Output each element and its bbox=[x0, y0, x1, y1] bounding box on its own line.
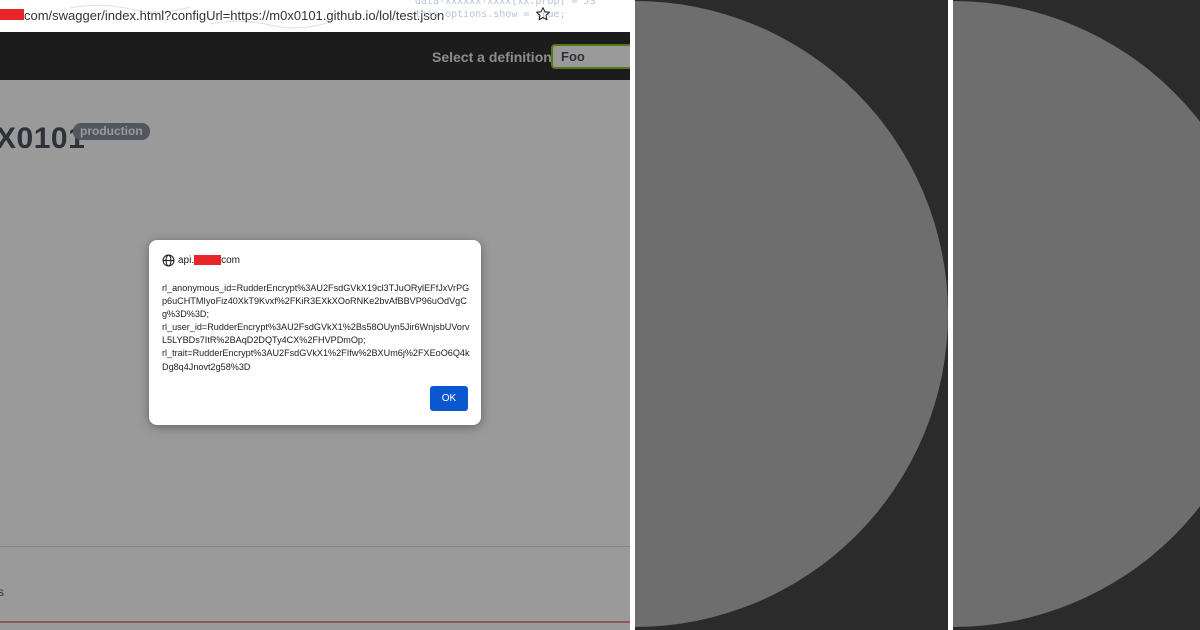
dialog-origin-suffix: com bbox=[221, 254, 241, 266]
circle-graphic bbox=[635, 1, 948, 627]
dialog-origin: api. com bbox=[162, 253, 240, 267]
dialog-origin-prefix: api. bbox=[178, 254, 195, 266]
globe-icon bbox=[162, 254, 175, 266]
browser-address-bar[interactable]: com/swagger/index.html?configUrl=https:/… bbox=[0, 0, 630, 32]
address-url[interactable]: com/swagger/index.html?configUrl=https:/… bbox=[24, 8, 444, 23]
screenshot-panel: com/swagger/index.html?configUrl=https:/… bbox=[0, 0, 630, 630]
redacted-domain bbox=[0, 9, 24, 20]
background-code-line: data-xxxxxx-xxxx[xx.prop] = JS bbox=[415, 0, 596, 7]
grey-circle-panel bbox=[635, 0, 948, 630]
star-icon[interactable] bbox=[535, 6, 551, 22]
redacted-origin bbox=[194, 255, 222, 265]
alert-dialog: api. com rl_anonymous_id=RudderEncrypt%3… bbox=[149, 240, 481, 425]
grey-circle-panel bbox=[953, 0, 1200, 630]
circle-graphic bbox=[953, 1, 1200, 627]
dialog-message: rl_anonymous_id=RudderEncrypt%3AU2FsdGVk… bbox=[162, 283, 470, 372]
ok-button[interactable]: OK bbox=[430, 386, 468, 411]
